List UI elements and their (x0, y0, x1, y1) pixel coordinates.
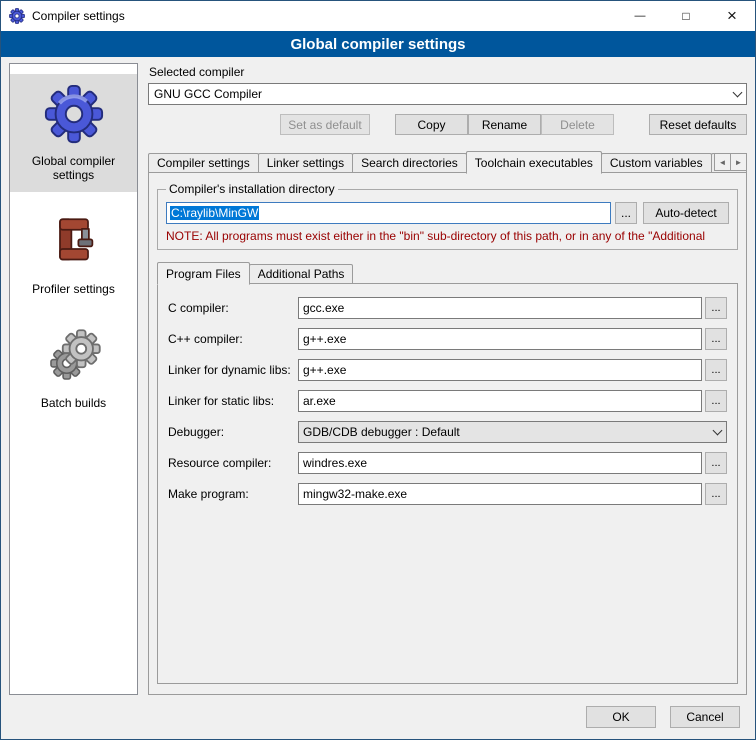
cpp-compiler-browse-button[interactable]: ... (705, 328, 727, 350)
sidebar-item-label: Global compiler settings (12, 154, 135, 182)
gray-gears-icon (45, 324, 103, 388)
minimize-button[interactable]: — (617, 1, 663, 31)
linker-static-browse-button[interactable]: ... (705, 390, 727, 412)
linker-static-value: ar.exe (303, 394, 336, 408)
cpp-compiler-label: C++ compiler: (168, 332, 298, 346)
sidebar-item-batch-builds[interactable]: Batch builds (10, 316, 137, 420)
debugger-select[interactable]: GDB/CDB debugger : Default (298, 421, 727, 443)
resource-compiler-label: Resource compiler: (168, 456, 298, 470)
program-files-tabstrip: Program Files Additional Paths (157, 262, 738, 284)
tab-custom-variables[interactable]: Custom variables (601, 153, 712, 173)
linker-static-input[interactable]: ar.exe (298, 390, 702, 412)
linker-dynamic-browse-button[interactable]: ... (705, 359, 727, 381)
linker-dynamic-label: Linker for dynamic libs: (168, 363, 298, 377)
close-button[interactable]: × (709, 1, 755, 31)
set-as-default-button[interactable]: Set as default (280, 114, 370, 135)
rename-button[interactable]: Rename (468, 114, 541, 135)
sidebar-item-global-compiler-settings[interactable]: Global compiler settings (10, 74, 137, 192)
field-row: C compiler: gcc.exe ... (168, 297, 727, 319)
field-row: Linker for static libs: ar.exe ... (168, 390, 727, 412)
titlebar: Compiler settings — □ × (1, 1, 755, 31)
field-row: Make program: mingw32-make.exe ... (168, 483, 727, 505)
compiler-actions: Set as default Copy Rename Delete Reset … (148, 114, 747, 135)
tab-search-directories[interactable]: Search directories (352, 153, 467, 173)
tab-linker-settings[interactable]: Linker settings (258, 153, 353, 173)
make-program-value: mingw32-make.exe (303, 487, 407, 501)
installation-directory-groupbox: Compiler's installation directory C:\ray… (157, 189, 738, 250)
linker-static-label: Linker for static libs: (168, 394, 298, 408)
arrow-left-icon: ◄ (719, 158, 727, 167)
installation-directory-browse-button[interactable]: ... (615, 202, 637, 224)
installation-directory-group-title: Compiler's installation directory (166, 182, 338, 196)
profiler-tool-icon (46, 210, 102, 274)
minimize-icon: — (635, 10, 646, 22)
make-program-label: Make program: (168, 487, 298, 501)
tab-compiler-settings[interactable]: Compiler settings (148, 153, 259, 173)
tab-program-files[interactable]: Program Files (157, 262, 250, 285)
debugger-label: Debugger: (168, 425, 298, 439)
cancel-button[interactable]: Cancel (670, 706, 740, 728)
delete-button[interactable]: Delete (541, 114, 614, 135)
program-files-panel: C compiler: gcc.exe ... C++ compiler: g+… (157, 283, 738, 684)
resource-compiler-browse-button[interactable]: ... (705, 452, 727, 474)
make-program-input[interactable]: mingw32-make.exe (298, 483, 702, 505)
dialog-content: Global compiler settings Profiler se (1, 57, 755, 695)
app-gear-icon (9, 8, 25, 24)
field-row: Resource compiler: windres.exe ... (168, 452, 727, 474)
reset-defaults-button[interactable]: Reset defaults (649, 114, 747, 135)
resource-compiler-input[interactable]: windres.exe (298, 452, 702, 474)
blue-gear-icon (43, 82, 105, 146)
selected-compiler-label: Selected compiler (149, 65, 747, 79)
c-compiler-label: C compiler: (168, 301, 298, 315)
selected-compiler-value: GNU GCC Compiler (154, 87, 262, 101)
c-compiler-browse-button[interactable]: ... (705, 297, 727, 319)
chevron-down-icon (708, 422, 726, 442)
installation-directory-row: C:\raylib\MinGW ... Auto-detect (166, 202, 729, 224)
installation-directory-selected-text: C:\raylib\MinGW (170, 206, 259, 220)
main-panel: Selected compiler GNU GCC Compiler Set a… (148, 63, 747, 695)
copy-button[interactable]: Copy (395, 114, 468, 135)
field-row: C++ compiler: g++.exe ... (168, 328, 727, 350)
arrow-right-icon: ► (735, 158, 743, 167)
chevron-down-icon (728, 84, 746, 104)
c-compiler-input[interactable]: gcc.exe (298, 297, 702, 319)
sidebar-item-label: Batch builds (41, 396, 106, 410)
tab-scroll-buttons: ◄ ► (714, 153, 747, 171)
window-title: Compiler settings (32, 9, 125, 23)
tab-scroll-left-button[interactable]: ◄ (714, 153, 731, 171)
selected-compiler-dropdown[interactable]: GNU GCC Compiler (148, 83, 747, 105)
dialog-footer: OK Cancel (1, 695, 755, 739)
tab-toolchain-executables[interactable]: Toolchain executables (466, 151, 602, 174)
field-row: Debugger: GDB/CDB debugger : Default (168, 421, 727, 443)
tab-scroll-right-button[interactable]: ► (730, 153, 747, 171)
tab-additional-paths[interactable]: Additional Paths (249, 264, 354, 284)
toolchain-executables-panel: Compiler's installation directory C:\ray… (148, 172, 747, 695)
linker-dynamic-input[interactable]: g++.exe (298, 359, 702, 381)
debugger-value: GDB/CDB debugger : Default (303, 425, 460, 439)
ok-button[interactable]: OK (586, 706, 656, 728)
resource-compiler-value: windres.exe (303, 456, 367, 470)
caption-buttons: — □ × (617, 1, 755, 31)
make-program-browse-button[interactable]: ... (705, 483, 727, 505)
cpp-compiler-value: g++.exe (303, 332, 346, 346)
maximize-button[interactable]: □ (663, 1, 709, 31)
settings-tabstrip: Compiler settings Linker settings Search… (148, 150, 747, 173)
maximize-icon: □ (682, 9, 689, 23)
c-compiler-value: gcc.exe (303, 301, 344, 315)
sidebar-item-profiler-settings[interactable]: Profiler settings (10, 202, 137, 306)
linker-dynamic-value: g++.exe (303, 363, 346, 377)
cpp-compiler-input[interactable]: g++.exe (298, 328, 702, 350)
auto-detect-button[interactable]: Auto-detect (643, 202, 729, 224)
settings-category-sidebar: Global compiler settings Profiler se (9, 63, 138, 695)
installation-directory-input[interactable]: C:\raylib\MinGW (166, 202, 611, 224)
field-row: Linker for dynamic libs: g++.exe ... (168, 359, 727, 381)
sidebar-item-label: Profiler settings (32, 282, 115, 296)
dialog-header-title: Global compiler settings (1, 31, 755, 57)
compiler-settings-dialog: Compiler settings — □ × Global compiler … (0, 0, 756, 740)
close-icon: × (727, 6, 737, 26)
bin-subdirectory-note: NOTE: All programs must exist either in … (166, 229, 729, 243)
